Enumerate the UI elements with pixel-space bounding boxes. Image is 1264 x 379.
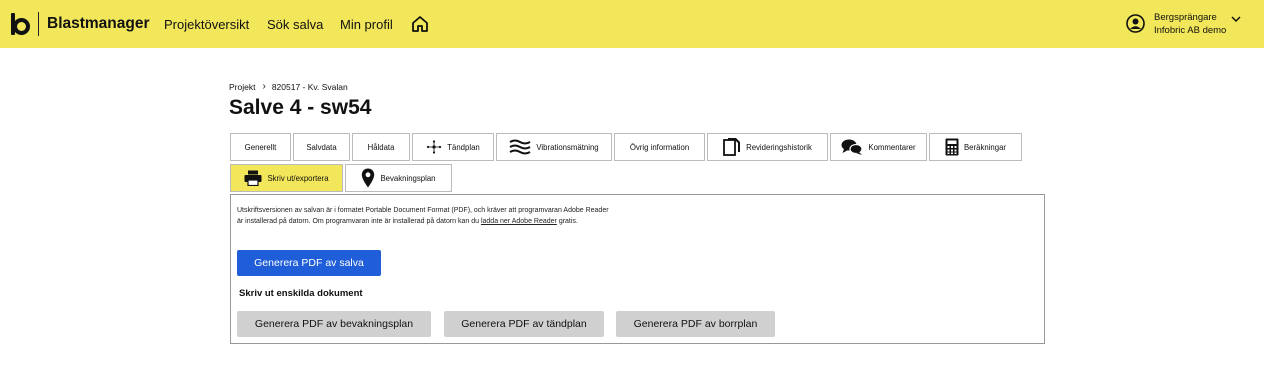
- info-text-line-2: är installerad på datorn. Om programvara…: [237, 218, 578, 225]
- info-text-post: gratis.: [556, 218, 578, 225]
- tab-skriv-ut-exportera[interactable]: Skriv ut/exportera: [230, 164, 343, 192]
- user-avatar-icon[interactable]: [1126, 14, 1145, 33]
- generate-pdf-tandplan-button[interactable]: Generera PDF av tändplan: [444, 311, 604, 337]
- generate-pdf-salva-button[interactable]: Generera PDF av salva: [237, 250, 381, 276]
- breadcrumb-project[interactable]: 820517 - Kv. Svalan: [272, 82, 348, 92]
- logo-divider: [38, 12, 39, 36]
- top-bar: Blastmanager Projektöversikt Sök salva M…: [0, 0, 1264, 48]
- tab-label: Beräkningar: [963, 142, 1007, 152]
- tab-salvdata[interactable]: Salvdata: [293, 133, 350, 161]
- breadcrumb-projekt[interactable]: Projekt: [229, 82, 255, 92]
- nav-projektoversikt[interactable]: Projektöversikt: [164, 17, 249, 32]
- tab-ovrig-information[interactable]: Övrig information: [614, 133, 705, 161]
- user-org[interactable]: Infobric AB demo: [1154, 25, 1226, 36]
- tab-label: Vibrationsmätning: [536, 142, 599, 152]
- generate-pdf-borrplan-button[interactable]: Generera PDF av borrplan: [616, 311, 775, 337]
- tab-label: Generellt: [244, 142, 277, 152]
- tab-bevakningsplan[interactable]: Bevakningsplan: [345, 164, 452, 192]
- info-text-line-1: Utskriftsversionen av salvan är i format…: [237, 207, 609, 214]
- blastmanager-logo-icon[interactable]: [10, 13, 30, 35]
- tab-vibrationsmatning[interactable]: Vibrationsmätning: [496, 133, 612, 161]
- map-pin-icon: [362, 168, 375, 188]
- tab-berakningar[interactable]: Beräkningar: [929, 133, 1022, 161]
- tab-label: Salvdata: [306, 142, 337, 152]
- home-icon[interactable]: [411, 15, 429, 33]
- tab-label: Håldata: [367, 142, 395, 152]
- tab-haldata[interactable]: Håldata: [352, 133, 410, 161]
- page-title: Salve 4 - sw54: [229, 96, 372, 119]
- chevron-down-icon[interactable]: [1231, 15, 1241, 23]
- adobe-reader-link[interactable]: ladda ner Adobe Reader: [481, 218, 557, 225]
- generate-pdf-bevakningsplan-button[interactable]: Generera PDF av bevakningsplan: [237, 311, 431, 337]
- info-text-pre: är installerad på datorn. Om programvara…: [237, 218, 481, 225]
- tab-label: Övrig information: [629, 142, 690, 152]
- tab-kommentarer[interactable]: Kommentarer: [830, 133, 927, 161]
- breadcrumb-separator-icon: ›: [262, 81, 266, 92]
- user-role[interactable]: Bergsprängare: [1154, 12, 1217, 23]
- tab-label: Kommentarer: [868, 142, 916, 152]
- waves-icon: [509, 139, 531, 155]
- section-label-documents: Skriv ut enskilda dokument: [239, 288, 363, 299]
- tab-label: Skriv ut/exportera: [267, 173, 329, 183]
- tab-label: Bevakningsplan: [380, 173, 436, 183]
- nav-sok-salva[interactable]: Sök salva: [267, 17, 323, 32]
- tab-tandplan[interactable]: Tändplan: [412, 133, 494, 161]
- tab-label: Tändplan: [447, 142, 480, 152]
- nav-min-profil[interactable]: Min profil: [340, 17, 393, 32]
- tab-label: Revideringshistorik: [746, 142, 812, 152]
- brand-name[interactable]: Blastmanager: [47, 15, 150, 33]
- detonation-icon: [427, 140, 442, 154]
- chat-icon: [841, 139, 863, 155]
- breadcrumb: Projekt › 820517 - Kv. Svalan: [229, 81, 348, 92]
- tab-generellt[interactable]: Generellt: [230, 133, 291, 161]
- documents-icon: [723, 138, 741, 156]
- printer-icon: [244, 170, 262, 186]
- calculator-icon: [945, 138, 959, 156]
- tab-revideringshistorik[interactable]: Revideringshistorik: [707, 133, 828, 161]
